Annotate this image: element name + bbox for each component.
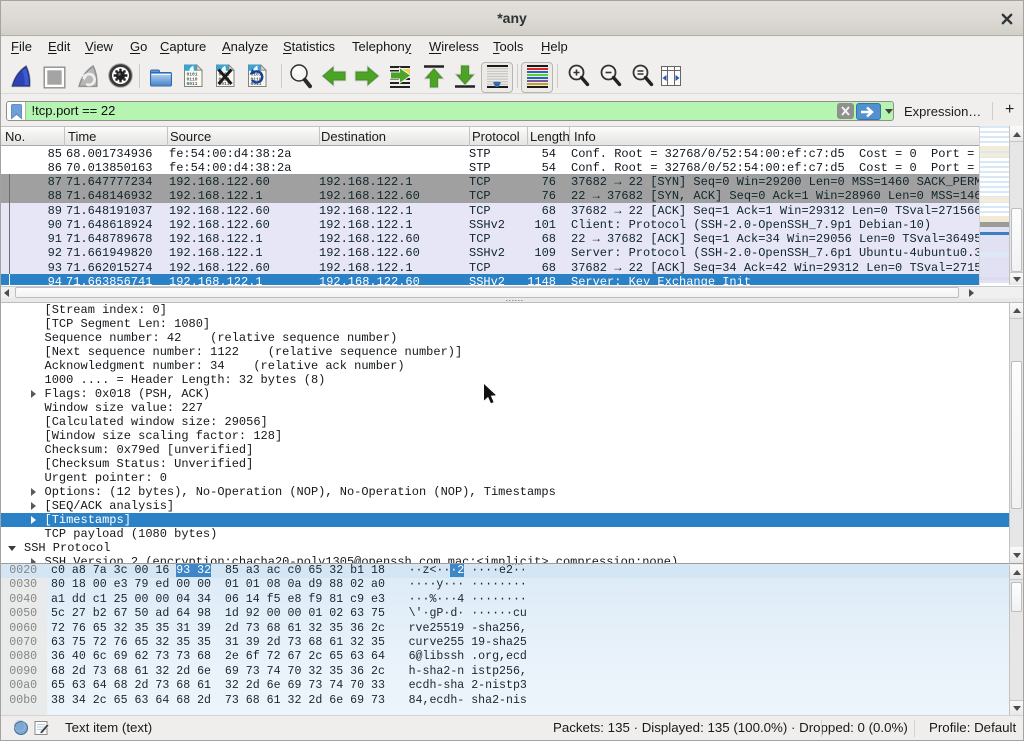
svg-text:0011: 0011 [187,81,198,87]
